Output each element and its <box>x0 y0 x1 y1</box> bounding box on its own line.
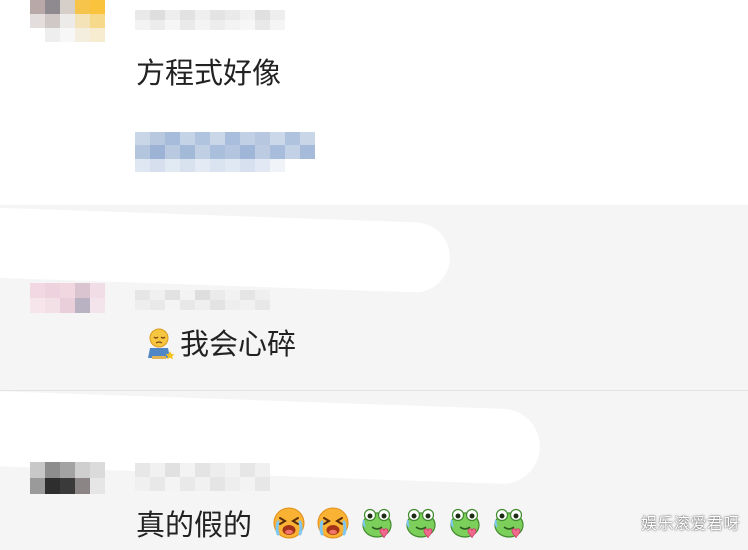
watermark: 娱乐滚爱君呀 <box>640 514 740 533</box>
frog-heart-emoji-icon <box>362 508 392 539</box>
frog-heart-emoji-icon <box>494 508 524 539</box>
crying-face-emoji-icon <box>273 507 305 539</box>
emoji-row <box>272 506 526 540</box>
username[interactable] <box>135 10 285 30</box>
comment-text: 方程式好像 <box>136 56 282 90</box>
comment-text: 我会心碎 <box>180 327 297 361</box>
frog-heart-emoji-icon <box>450 508 480 539</box>
username[interactable] <box>135 290 270 310</box>
frog-heart-emoji-icon <box>406 508 436 539</box>
avatar[interactable] <box>30 283 105 313</box>
sitting-sad-emoji-icon <box>148 328 175 360</box>
username[interactable] <box>135 463 270 491</box>
avatar[interactable] <box>30 0 105 42</box>
crying-face-emoji-icon <box>317 507 349 539</box>
link-preview[interactable] <box>135 132 315 172</box>
avatar[interactable] <box>30 462 105 494</box>
comment-divider <box>0 390 748 391</box>
comment-text: 真的假的 <box>136 508 253 542</box>
comment-section-top <box>0 0 748 205</box>
